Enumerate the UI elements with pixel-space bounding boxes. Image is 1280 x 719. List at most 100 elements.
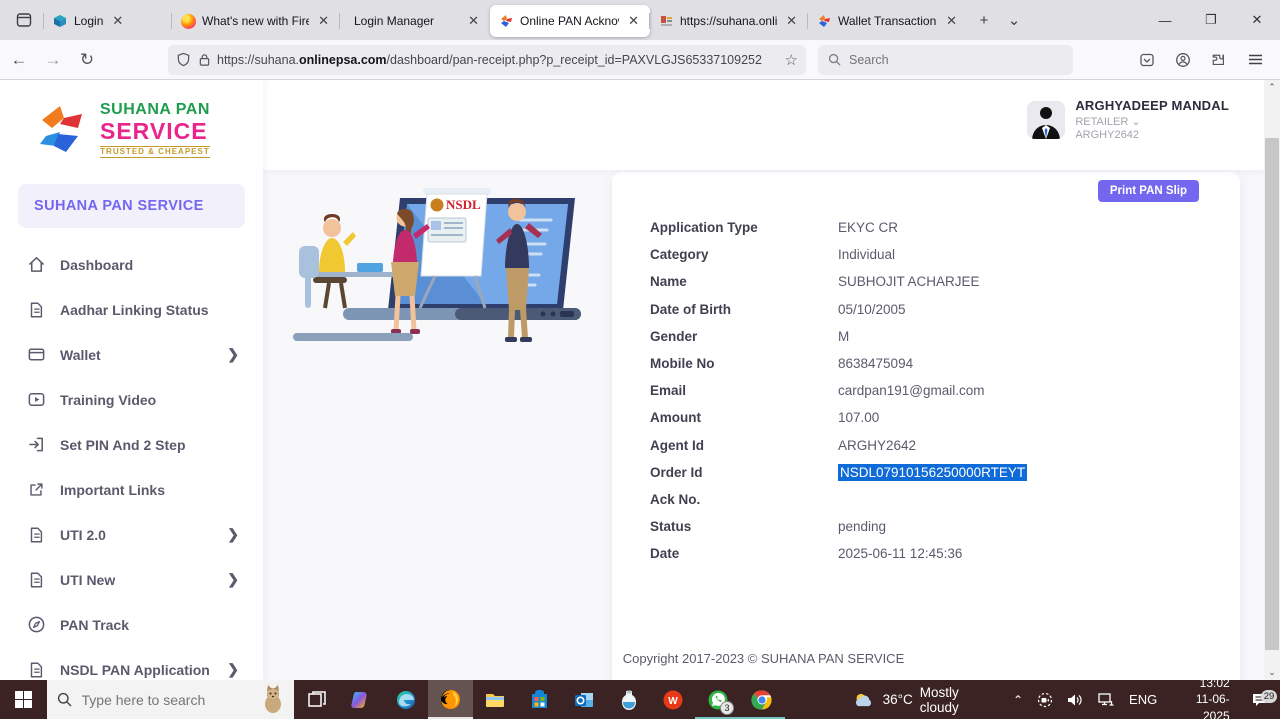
taskbar-weather[interactable]: 36°C Mostly cloudy <box>845 680 1006 719</box>
user-role[interactable]: RETAILER ⌄ <box>1075 115 1229 128</box>
tab-suhana-onlinepsa[interactable]: https://suhana.onlinep ✕ <box>650 5 808 37</box>
lock-icon[interactable] <box>198 53 211 67</box>
taskbar-clock[interactable]: 13:02 11-06-2025 <box>1164 675 1239 719</box>
copilot-icon[interactable] <box>339 680 384 719</box>
bing-daily-animal-icon[interactable] <box>258 684 288 714</box>
start-button[interactable] <box>0 680 47 719</box>
print-pan-slip-button[interactable]: Print PAN Slip <box>1098 180 1199 202</box>
document-icon <box>26 660 46 680</box>
edge-icon[interactable] <box>383 680 428 719</box>
scrollbar-thumb[interactable] <box>1265 138 1279 650</box>
sidebar-item-pan-track[interactable]: PAN Track <box>0 602 263 647</box>
chrome-icon[interactable] <box>740 680 785 719</box>
sidebar-item-aadhar-linking-status[interactable]: Aadhar Linking Status <box>0 287 263 332</box>
wps-office-icon[interactable]: W <box>651 680 696 719</box>
close-icon[interactable]: ✕ <box>109 13 126 29</box>
outlook-icon[interactable] <box>562 680 607 719</box>
notification-center-button[interactable]: 29 <box>1240 692 1280 708</box>
tray-expand-icon[interactable]: ⌃ <box>1006 680 1030 719</box>
close-icon[interactable]: ✕ <box>315 13 332 29</box>
sidebar-item-label: Set PIN And 2 Step <box>60 437 186 453</box>
taskbar-search-input[interactable] <box>82 692 242 708</box>
tab-title: https://suhana.onlinep <box>680 14 777 28</box>
list-all-tabs-button[interactable]: ⌄ <box>1000 6 1028 34</box>
system-tray: ⌃ ENG 13:02 11-06-2025 29 <box>1006 680 1280 719</box>
bookmark-star-icon[interactable]: ☆ <box>785 51 798 69</box>
search-input[interactable] <box>849 53 1039 67</box>
suhana-logo-icon <box>34 102 90 158</box>
forward-button[interactable]: → <box>38 45 68 75</box>
browser-search-bar[interactable] <box>818 45 1073 75</box>
microsoft-store-icon[interactable] <box>517 680 562 719</box>
document-icon <box>26 300 46 320</box>
account-icon[interactable] <box>1168 45 1198 75</box>
whatsapp-badge: 3 <box>720 701 734 715</box>
tab-title: Online PAN Acknowled <box>520 14 619 28</box>
close-icon[interactable]: ✕ <box>625 13 642 29</box>
sidebar-item-uti-new[interactable]: UTI New ❯ <box>0 557 263 602</box>
notification-badge: 29 <box>1261 690 1277 703</box>
tab-online-pan-acknowledgement[interactable]: Online PAN Acknowled ✕ <box>490 5 650 37</box>
task-view-button[interactable] <box>294 680 339 719</box>
sidebar-item-set-pin-and-2-step[interactable]: Set PIN And 2 Step <box>0 422 263 467</box>
shield-icon[interactable] <box>176 52 191 67</box>
sidebar-item-uti-2-0[interactable]: UTI 2.0 ❯ <box>0 512 263 557</box>
tab-whats-new[interactable]: What's new with Firefo ✕ <box>172 5 340 37</box>
receipt-row: Ack No. <box>650 486 1210 513</box>
tab-wallet-transaction-report[interactable]: Wallet Transaction Rep ✕ <box>808 5 968 37</box>
receipt-row: Amount107.00 <box>650 404 1210 431</box>
brand-line1: SUHANA PAN <box>100 102 210 118</box>
restore-button[interactable]: ❐ <box>1188 0 1234 40</box>
firefox-taskbar-icon[interactable] <box>428 680 473 719</box>
firefox-view-icon[interactable] <box>8 6 40 34</box>
search-icon <box>57 692 72 707</box>
language-indicator[interactable]: ENG <box>1122 680 1164 719</box>
sidebar-item-training-video[interactable]: Training Video <box>0 377 263 422</box>
paint3d-icon[interactable] <box>606 680 651 719</box>
taskbar-search[interactable] <box>47 680 295 719</box>
sidebar-section-label[interactable]: SUHANA PAN SERVICE <box>18 184 245 228</box>
sidebar-item-label: UTI New <box>60 572 115 588</box>
minimize-button[interactable]: — <box>1142 0 1188 40</box>
tab-title: Login <box>74 14 103 28</box>
file-explorer-icon[interactable] <box>473 680 518 719</box>
pan-service-illustration: NSDL <box>285 180 585 395</box>
tab-login-manager[interactable]: Login Manager ✕ <box>340 5 490 37</box>
sidebar-item-label: Important Links <box>60 482 165 498</box>
sidebar: SUHANA PAN SERVICE TRUSTED & CHEAPEST SU… <box>0 80 263 680</box>
brand-logo[interactable]: SUHANA PAN SERVICE TRUSTED & CHEAPEST <box>0 80 263 158</box>
back-button[interactable]: ← <box>4 45 34 75</box>
url-bar[interactable]: https://suhana.onlinepsa.com/dashboard/p… <box>168 45 806 75</box>
menu-icon[interactable] <box>1240 45 1270 75</box>
sidebar-item-dashboard[interactable]: Dashboard <box>0 242 263 287</box>
url-text[interactable]: https://suhana.onlinepsa.com/dashboard/p… <box>217 53 785 67</box>
sidebar-item-nsdl-pan-application[interactable]: NSDL PAN Application ❯ <box>0 647 263 680</box>
app-header: ARGHYADEEP MANDAL RETAILER ⌄ ARGHY2642 <box>263 80 1264 170</box>
volume-icon[interactable] <box>1060 680 1090 719</box>
scroll-up-arrow[interactable]: ⌃ <box>1264 80 1280 95</box>
close-window-button[interactable]: ✕ <box>1234 0 1280 40</box>
new-tab-button[interactable]: + <box>970 6 998 34</box>
extensions-icon[interactable] <box>1204 45 1234 75</box>
scroll-down-arrow[interactable]: ⌄ <box>1264 665 1280 680</box>
network-icon[interactable] <box>1090 680 1122 719</box>
avatar <box>1027 101 1065 139</box>
sidebar-item-important-links[interactable]: Important Links <box>0 467 263 512</box>
user-profile[interactable]: ARGHYADEEP MANDAL RETAILER ⌄ ARGHY2642 <box>1027 98 1229 141</box>
pocket-icon[interactable] <box>1132 45 1162 75</box>
copyright-footer: Copyright 2017-2023 © SUHANA PAN SERVICE <box>263 651 1264 666</box>
page-icon <box>658 13 674 29</box>
tab-title: What's new with Firefo <box>202 14 309 28</box>
close-icon[interactable]: ✕ <box>465 13 482 29</box>
close-icon[interactable]: ✕ <box>783 13 800 29</box>
vertical-scrollbar[interactable]: ⌃ ⌄ <box>1264 80 1280 680</box>
meet-now-icon[interactable] <box>1030 680 1060 719</box>
receipt-details: Application TypeEKYC CR CategoryIndividu… <box>650 214 1210 567</box>
tab-login[interactable]: Login ✕ <box>44 5 172 37</box>
whatsapp-icon[interactable]: 3 <box>695 680 740 719</box>
sidebar-item-wallet[interactable]: Wallet ❯ <box>0 332 263 377</box>
close-icon[interactable]: ✕ <box>943 13 960 29</box>
order-id-selected-text[interactable]: NSDL07910156250000RTEYT <box>838 464 1027 481</box>
sidebar-menu: Dashboard Aadhar Linking Status Wallet ❯… <box>0 242 263 680</box>
reload-button[interactable]: ↻ <box>72 45 102 75</box>
